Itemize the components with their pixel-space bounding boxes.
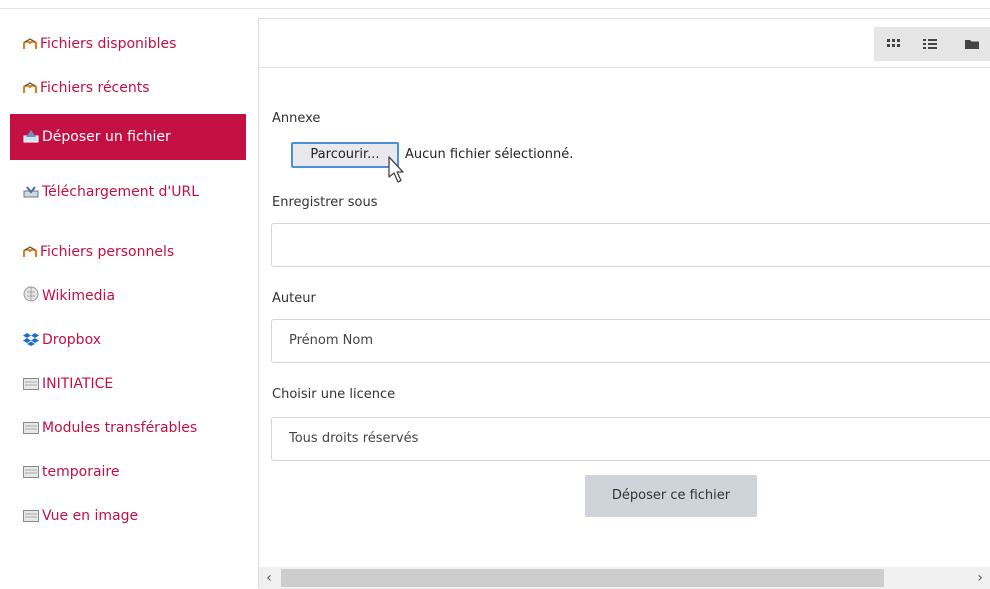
repository-sidebar: Fichiers disponibles Fichiers récents Dé… (10, 18, 246, 524)
save-as-input[interactable] (271, 223, 990, 267)
sidebar-item-fichiers-disponibles[interactable]: Fichiers disponibles (10, 24, 246, 64)
sidebar-item-label: Téléchargement d'URL (42, 184, 200, 200)
sidebar-item-label: Fichiers disponibles (40, 36, 177, 52)
horizontal-scrollbar[interactable]: ‹ › (259, 567, 990, 589)
repository-icon (23, 466, 39, 478)
sidebar-item-telechargement-url[interactable]: Téléchargement d'URL (10, 172, 246, 230)
sidebar-item-vue-en-image[interactable]: Vue en image (10, 494, 246, 538)
view-switcher (874, 27, 990, 61)
sidebar-item-wikimedia[interactable]: Wikimedia (10, 274, 246, 318)
author-label: Auteur (272, 291, 316, 306)
scroll-right-icon[interactable]: › (970, 567, 990, 589)
list-view-icon[interactable] (922, 36, 938, 52)
repository-icon (23, 510, 39, 522)
repository-icon (23, 378, 39, 390)
grid-view-icon[interactable] (886, 36, 902, 52)
sidebar-item-label: Vue en image (42, 508, 139, 524)
sidebar-item-fichiers-recents[interactable]: Fichiers récents (10, 64, 246, 104)
mouse-pointer-icon (388, 156, 404, 183)
sidebar-item-label: Fichiers récents (40, 80, 150, 96)
sidebar-item-label: temporaire (42, 464, 120, 480)
sidebar-item-deposer-fichier[interactable]: Déposer un fichier (10, 114, 246, 160)
sidebar-item-modules-transferables[interactable]: Modules transférables (10, 406, 246, 450)
upload-icon (23, 130, 39, 143)
moodle-icon (23, 38, 37, 49)
sidebar-item-temporaire[interactable]: temporaire (10, 450, 246, 494)
wikimedia-icon (23, 286, 39, 302)
upload-panel: Annexe Parcourir... Aucun fichier sélect… (258, 18, 990, 589)
sidebar-item-dropbox[interactable]: Dropbox (10, 318, 246, 362)
sidebar-item-label: INITIATICE (42, 376, 114, 392)
author-input[interactable]: Prénom Nom (271, 319, 990, 363)
scrollbar-thumb[interactable] (281, 569, 884, 587)
sidebar-item-label: Dropbox (42, 332, 101, 348)
sidebar-item-initiatice[interactable]: INITIATICE (10, 362, 246, 406)
repository-icon (23, 422, 39, 434)
license-select[interactable]: Tous droits réservés (271, 417, 990, 461)
scroll-left-icon[interactable]: ‹ (259, 567, 279, 589)
browse-button[interactable]: Parcourir... (291, 142, 399, 168)
save-as-label: Enregistrer sous (272, 195, 378, 210)
dropbox-icon (23, 333, 39, 346)
folder-view-icon[interactable] (964, 36, 980, 52)
attachment-label: Annexe (272, 111, 321, 126)
sidebar-item-label: Modules transférables (42, 420, 198, 436)
url-download-icon (23, 186, 39, 198)
top-divider (0, 8, 990, 9)
sidebar-item-fichiers-personnels[interactable]: Fichiers personnels (10, 230, 246, 274)
sidebar-item-label: Déposer un fichier (42, 129, 171, 145)
sidebar-item-label: Wikimedia (42, 288, 116, 304)
sidebar-item-label: Fichiers personnels (40, 244, 175, 260)
upload-file-button[interactable]: Déposer ce fichier (585, 475, 757, 517)
moodle-icon (23, 246, 37, 257)
no-file-selected-text: Aucun fichier sélectionné. (405, 147, 574, 162)
toolbar (259, 19, 990, 68)
moodle-icon (23, 82, 37, 93)
license-label: Choisir une licence (272, 387, 396, 402)
